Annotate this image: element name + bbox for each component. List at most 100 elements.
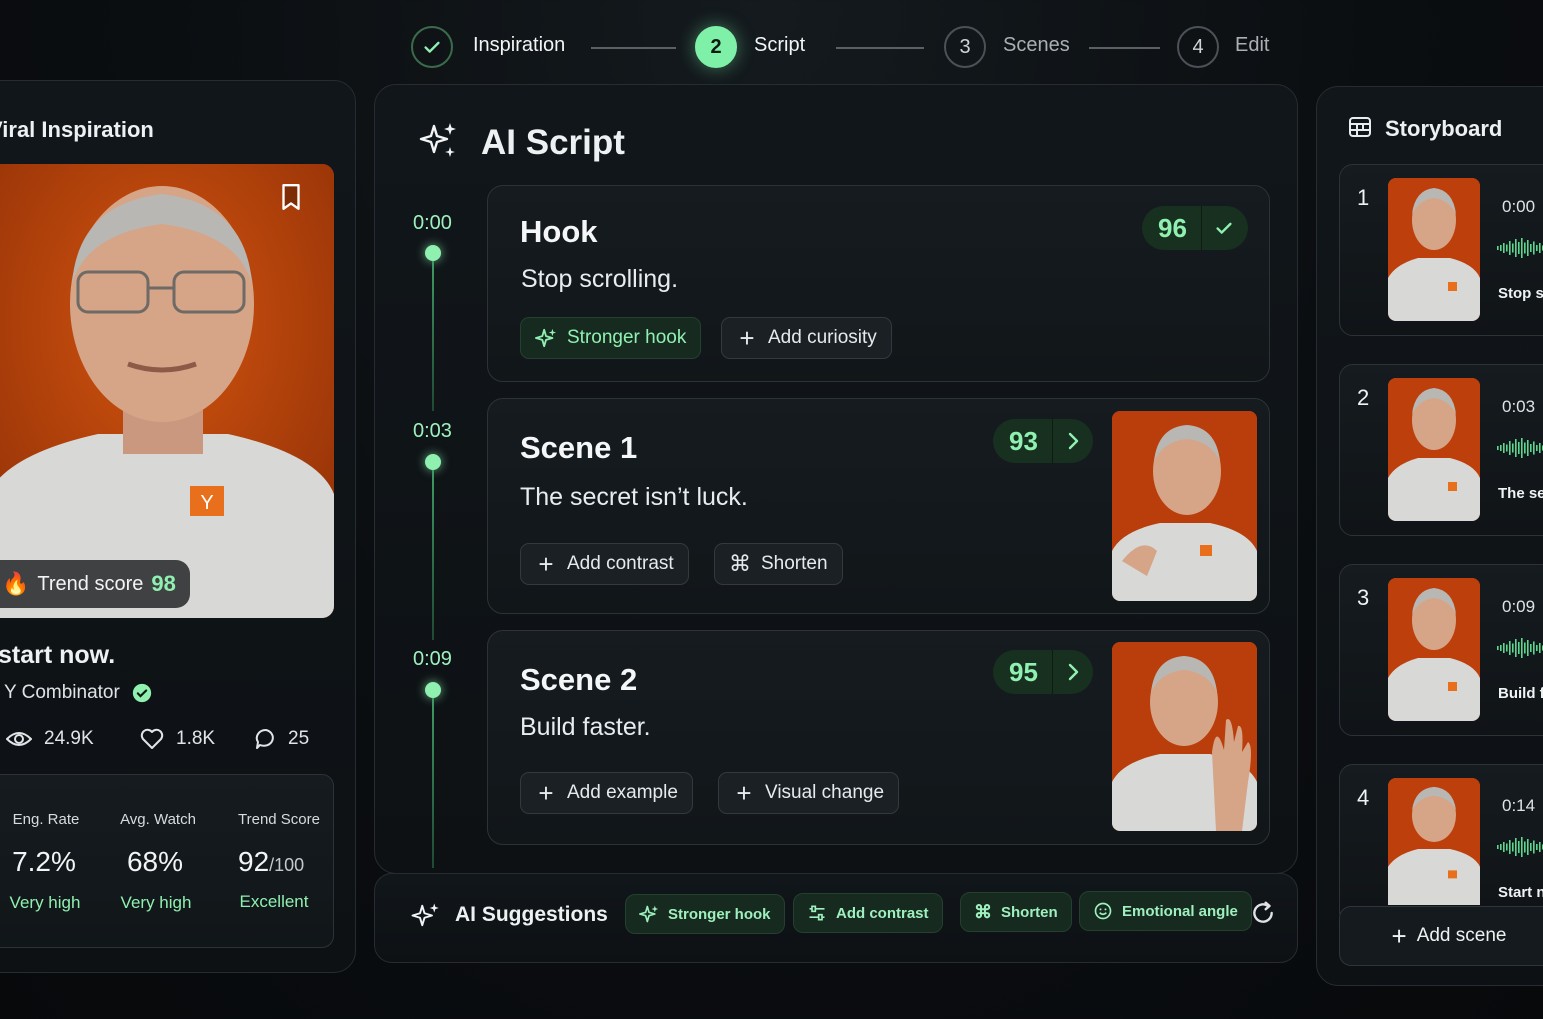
command-icon: ⌘ bbox=[729, 551, 751, 576]
metric-value-suffix: /100 bbox=[269, 855, 305, 875]
shorten-button[interactable]: ⌘ Shorten bbox=[714, 543, 843, 585]
bookmark-button[interactable] bbox=[278, 182, 304, 217]
scene-2-thumbnail[interactable] bbox=[1112, 642, 1257, 831]
metric-label: Avg. Watch bbox=[120, 811, 196, 828]
metric-label: Eng. Rate bbox=[12, 811, 80, 828]
timeline-marker bbox=[425, 454, 441, 470]
step-label-script: Script bbox=[754, 34, 806, 56]
button-label: Add curiosity bbox=[768, 327, 877, 348]
timeline-line bbox=[432, 470, 434, 640]
add-scene-button[interactable]: + Add scene bbox=[1339, 906, 1543, 966]
person-image bbox=[1112, 642, 1257, 831]
plus-icon: + bbox=[739, 322, 755, 353]
visual-change-button[interactable]: + Visual change bbox=[718, 772, 900, 814]
suggestion-shorten[interactable]: ⌘ Shorten bbox=[960, 892, 1072, 932]
add-contrast-button[interactable]: + Add contrast bbox=[520, 543, 689, 585]
metric-value: 7.2% bbox=[12, 846, 76, 877]
scene-number: 1 bbox=[1357, 185, 1370, 210]
suggestion-label: Emotional angle bbox=[1122, 902, 1238, 920]
heart-icon bbox=[140, 728, 164, 749]
section-text: Build faster. bbox=[520, 713, 651, 741]
button-label: Visual change bbox=[765, 782, 885, 803]
step-scenes[interactable]: 3 bbox=[944, 26, 986, 68]
button-label: Add example bbox=[567, 782, 678, 803]
refresh-icon[interactable] bbox=[1250, 900, 1276, 926]
scene-1-thumbnail[interactable] bbox=[1112, 411, 1257, 601]
section-title: Hook bbox=[520, 214, 598, 249]
suggestion-label: Shorten bbox=[1001, 903, 1058, 921]
suggestion-add-contrast[interactable]: Add contrast bbox=[793, 893, 943, 933]
section-score[interactable]: 95 bbox=[993, 650, 1093, 694]
comment-icon bbox=[255, 728, 274, 749]
step-inspiration[interactable] bbox=[411, 26, 453, 68]
stronger-hook-button[interactable]: Stronger hook bbox=[520, 317, 702, 359]
metric-value: 68% bbox=[126, 846, 184, 877]
trend-score-value: 98 bbox=[151, 571, 176, 596]
waveform-icon bbox=[1497, 438, 1543, 458]
scene-thumbnail bbox=[1388, 578, 1480, 721]
trend-score-badge: 🔥 Trend score 98 bbox=[0, 560, 190, 608]
channel-row[interactable]: Y Combinator bbox=[4, 682, 152, 704]
check-icon bbox=[1216, 222, 1232, 234]
suggestion-emotional-angle[interactable]: Emotional angle bbox=[1079, 891, 1252, 931]
suggestion-stronger-hook[interactable]: Stronger hook bbox=[625, 894, 785, 934]
timeline-line bbox=[432, 698, 434, 868]
chevron-right-icon bbox=[1068, 432, 1079, 450]
waveform-icon bbox=[1497, 837, 1543, 857]
add-scene-label: Add scene bbox=[1416, 925, 1507, 946]
inspiration-video-thumbnail[interactable]: Y 🔥 Trend score 98 bbox=[0, 164, 334, 618]
ai-script-title: AI Script bbox=[481, 123, 625, 162]
score-value: 95 bbox=[1009, 656, 1038, 687]
section-score[interactable]: 93 bbox=[993, 419, 1093, 463]
metric-value: 92 /100 bbox=[238, 846, 304, 878]
suggestion-label: Add contrast bbox=[836, 904, 929, 922]
fire-icon: 🔥 bbox=[2, 571, 30, 596]
channel-name: Y Combinator bbox=[4, 682, 120, 703]
chevron-right-icon bbox=[1068, 663, 1079, 681]
button-label: Stronger hook bbox=[567, 327, 687, 348]
waveform-icon bbox=[1497, 238, 1543, 258]
step-number: 4 bbox=[1192, 35, 1204, 58]
section-score: 96 bbox=[1142, 206, 1248, 250]
scene-caption: Start n bbox=[1498, 884, 1543, 901]
ai-suggestions-title: AI Suggestions bbox=[455, 903, 608, 926]
trend-score-label: Trend score bbox=[37, 572, 144, 595]
video-title: start now. bbox=[0, 641, 116, 669]
scene-caption: The se bbox=[1498, 485, 1543, 502]
storyboard-title: Storyboard bbox=[1385, 116, 1503, 141]
add-example-button[interactable]: + Add example bbox=[520, 772, 693, 814]
suggestion-label: Stronger hook bbox=[668, 905, 771, 923]
plus-icon: + bbox=[736, 777, 752, 808]
metric-status: Very high bbox=[9, 893, 81, 912]
step-label-inspiration: Inspiration bbox=[473, 34, 566, 56]
section-title: Scene 2 bbox=[520, 662, 638, 697]
step-label-edit: Edit bbox=[1235, 34, 1270, 56]
check-icon bbox=[424, 41, 440, 53]
comments-count: 25 bbox=[288, 728, 310, 749]
audio-waveform bbox=[1497, 236, 1543, 265]
sparkle-icon bbox=[411, 903, 439, 927]
timeline-line bbox=[432, 261, 434, 411]
scene-caption: Build fa bbox=[1498, 685, 1543, 702]
add-curiosity-button[interactable]: + Add curiosity bbox=[721, 317, 892, 359]
step-script[interactable]: 2 bbox=[695, 26, 737, 68]
scene-thumbnail bbox=[1388, 378, 1480, 521]
metric-label: Trend Score bbox=[238, 811, 320, 828]
smile-icon bbox=[1094, 902, 1112, 920]
views-count: 24.9K bbox=[44, 728, 94, 749]
sliders-icon bbox=[809, 905, 825, 921]
inspiration-title: Viral Inspiration bbox=[0, 117, 154, 142]
audio-waveform bbox=[1497, 436, 1543, 465]
person-image: Y bbox=[0, 164, 334, 618]
section-text: Stop scrolling. bbox=[521, 265, 679, 293]
scene-thumbnail bbox=[1388, 778, 1480, 905]
likes-count: 1.8K bbox=[176, 728, 216, 749]
person-image bbox=[1388, 578, 1480, 721]
score-value: 93 bbox=[1009, 425, 1038, 456]
engagement-stats: 24.9K 1.8K 25 bbox=[6, 728, 309, 750]
svg-text:Y: Y bbox=[200, 492, 213, 514]
step-connector bbox=[591, 47, 676, 49]
step-edit[interactable]: 4 bbox=[1177, 26, 1219, 68]
person-image bbox=[1388, 378, 1480, 521]
scene-thumbnail bbox=[1388, 178, 1480, 321]
